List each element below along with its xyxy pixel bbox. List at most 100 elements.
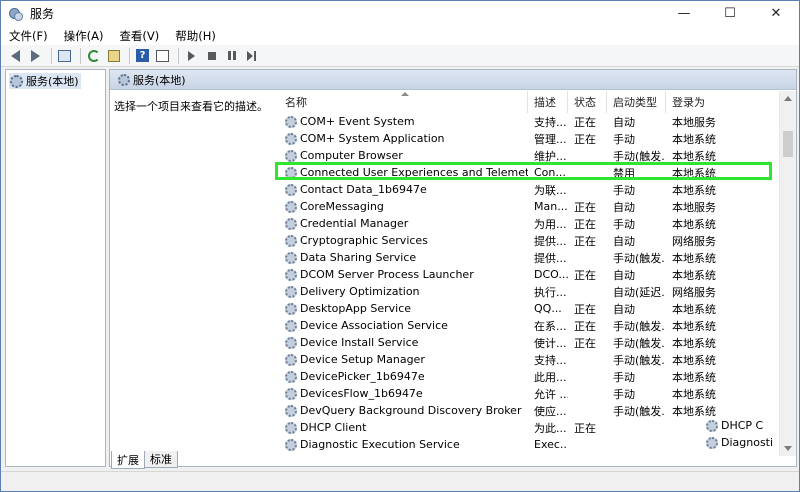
pause-service-icon[interactable] — [223, 47, 240, 64]
start-service-icon[interactable] — [183, 47, 200, 64]
table-row[interactable]: Contact Data_1b6947e 为联... 手动 本地系统 — [281, 181, 796, 198]
table-row[interactable]: DevQuery Background Discovery Broker 使应..… — [281, 402, 796, 419]
column-header-log-on-as[interactable]: 登录为 — [666, 91, 779, 113]
gear-icon — [285, 438, 297, 451]
service-startup-type: 手动(触发... — [613, 336, 666, 350]
table-row[interactable]: Credential Manager 为用... 正在 手动 本地系统 — [281, 215, 796, 232]
service-log-on-as: 本地系统 — [672, 404, 716, 418]
service-description: 为用... — [534, 217, 567, 231]
table-row[interactable]: Device Install Service 使计... 正在 手动(触发... 本地系… — [281, 334, 796, 351]
service-startup-type: 手动 — [613, 370, 635, 384]
service-name: DevQuery Background Discovery Broker — [300, 404, 522, 417]
menu-bar: 文件(F) 操作(A) 查看(V) 帮助(H) — [1, 26, 799, 45]
service-startup-type: 手动(触发... — [613, 319, 666, 333]
services-pane: 服务(本地) 选择一个项目来查看它的描述。 名称 描述 状态 启动类型 登录为 … — [109, 69, 797, 467]
table-row[interactable]: Computer Browser 维护... 手动(触发... 本地系统 — [281, 147, 796, 164]
service-name: Device Setup Manager — [300, 353, 425, 366]
service-description: 为联... — [534, 183, 567, 197]
service-name: Delivery Optimization — [300, 285, 420, 298]
service-name: DCOM Server Process Launcher — [300, 268, 474, 281]
service-description: 执行... — [534, 285, 567, 299]
toolbar-separator — [178, 47, 179, 64]
service-description: Man... — [534, 200, 568, 213]
tree-item-services-local[interactable]: 服务(本地) — [9, 73, 81, 89]
table-row[interactable]: Data Sharing Service 提供... 手动(触发... 本地系统 — [281, 249, 796, 266]
menu-view[interactable]: 查看(V) — [119, 28, 159, 44]
list-header: 名称 描述 状态 启动类型 登录为 — [281, 91, 796, 113]
service-name: Diagnostic Execution Service — [300, 438, 460, 451]
refresh-icon[interactable] — [85, 47, 102, 64]
service-name-cell: Device Association Service — [281, 319, 528, 332]
column-header-description[interactable]: 描述 — [528, 91, 568, 113]
service-startup-type: 手动 — [613, 387, 635, 401]
vertical-scrollbar[interactable] — [779, 91, 796, 456]
service-startup-type: 手动(触发... — [613, 149, 666, 163]
service-status: 正在 — [574, 234, 596, 248]
table-row[interactable]: Delivery Optimization 执行... 自动(延迟... 网络服务 — [281, 283, 796, 300]
scroll-thumb[interactable] — [783, 131, 793, 157]
service-description: 为此... — [534, 421, 567, 435]
menu-file[interactable]: 文件(F) — [9, 28, 48, 44]
service-name: DHCP Client — [300, 421, 367, 434]
service-startup-type: 手动(触发... — [613, 404, 666, 418]
close-button[interactable]: ✕ — [753, 1, 799, 26]
service-log-on-as: 网络服务 — [672, 234, 716, 248]
table-row[interactable]: COM+ Event System 支持... 正在 自动 本地服务 — [281, 113, 796, 130]
table-row[interactable]: Device Setup Manager 支持... 手动(触发... 本地系统 — [281, 351, 796, 368]
service-name-cell: COM+ Event System — [281, 115, 528, 128]
service-name: DesktopApp Service — [300, 302, 412, 315]
service-name-cell: DevicePicker_1b6947e — [281, 370, 528, 383]
maximize-button[interactable]: ☐ — [707, 1, 753, 26]
column-header-status[interactable]: 状态 — [568, 91, 607, 113]
overflow-item: DHCP C — [706, 419, 763, 432]
service-name-cell: Device Setup Manager — [281, 353, 528, 366]
column-header-startup-type[interactable]: 启动类型 — [607, 91, 666, 113]
service-name: DevicePicker_1b6947e — [300, 370, 425, 383]
table-row[interactable]: DCOM Server Process Launcher DCO... 正在 自动 本地… — [281, 266, 796, 283]
minimize-button[interactable]: — — [661, 1, 707, 26]
forward-icon[interactable] — [27, 47, 44, 64]
service-name-cell: CoreMessaging — [281, 200, 528, 213]
table-row[interactable]: DesktopApp Service QQ... 正在 自动 本地系统 — [281, 300, 796, 317]
service-description: 支持... — [534, 115, 567, 129]
restart-service-icon[interactable] — [243, 47, 260, 64]
service-log-on-as: 本地系统 — [672, 302, 716, 316]
service-name: COM+ System Application — [300, 132, 445, 145]
table-row[interactable]: DevicesFlow_1b6947e 允许 ... 手动 本地系统 — [281, 385, 796, 402]
table-row[interactable]: DevicePicker_1b6947e 此用... 手动 本地系统 — [281, 368, 796, 385]
description-panel: 选择一个项目来查看它的描述。 — [114, 98, 274, 114]
service-name: COM+ Event System — [300, 115, 415, 128]
gear-icon — [706, 436, 718, 449]
pane-header-title: 服务(本地) — [133, 73, 186, 87]
description-hint: 选择一个项目来查看它的描述。 — [114, 100, 268, 113]
table-row[interactable]: Connected User Experiences and Telemetry… — [281, 164, 796, 181]
scroll-down-icon[interactable] — [784, 446, 792, 451]
properties-icon[interactable] — [154, 47, 171, 64]
show-hide-tree-icon[interactable] — [56, 47, 73, 64]
service-log-on-as: 本地系统 — [672, 149, 716, 163]
stop-service-icon[interactable] — [203, 47, 220, 64]
column-header-name[interactable]: 名称 — [281, 91, 528, 113]
service-name-cell: Cryptographic Services — [281, 234, 528, 247]
service-name: Connected User Experiences and Telemetry — [300, 166, 528, 179]
service-name: Data Sharing Service — [300, 251, 417, 264]
service-startup-type: 自动(延迟... — [613, 285, 666, 299]
table-row[interactable]: COM+ System Application 管理... 正在 手动 本地系统 — [281, 130, 796, 147]
table-row[interactable]: Cryptographic Services 提供... 正在 自动 网络服务 — [281, 232, 796, 249]
service-log-on-as: 本地系统 — [672, 268, 716, 282]
gear-icon — [285, 149, 297, 162]
table-row[interactable]: Device Association Service 在系... 正在 手动(触发..… — [281, 317, 796, 334]
menu-action[interactable]: 操作(A) — [64, 28, 104, 44]
scroll-up-icon[interactable] — [784, 96, 792, 101]
export-list-icon[interactable] — [105, 47, 122, 64]
table-row[interactable]: CoreMessaging Man... 正在 自动 本地服务 — [281, 198, 796, 215]
service-description: 在系... — [534, 319, 567, 333]
menu-help[interactable]: 帮助(H) — [175, 28, 216, 44]
tab-extended[interactable]: 扩展 — [111, 451, 145, 469]
service-description: 提供... — [534, 251, 567, 265]
gear-icon — [285, 200, 297, 213]
help-icon[interactable]: ? — [134, 47, 151, 64]
services-list[interactable]: 名称 描述 状态 启动类型 登录为 COM+ Event System 支持...… — [281, 91, 796, 456]
tab-standard[interactable]: 标准 — [144, 451, 178, 468]
back-icon[interactable] — [7, 47, 24, 64]
